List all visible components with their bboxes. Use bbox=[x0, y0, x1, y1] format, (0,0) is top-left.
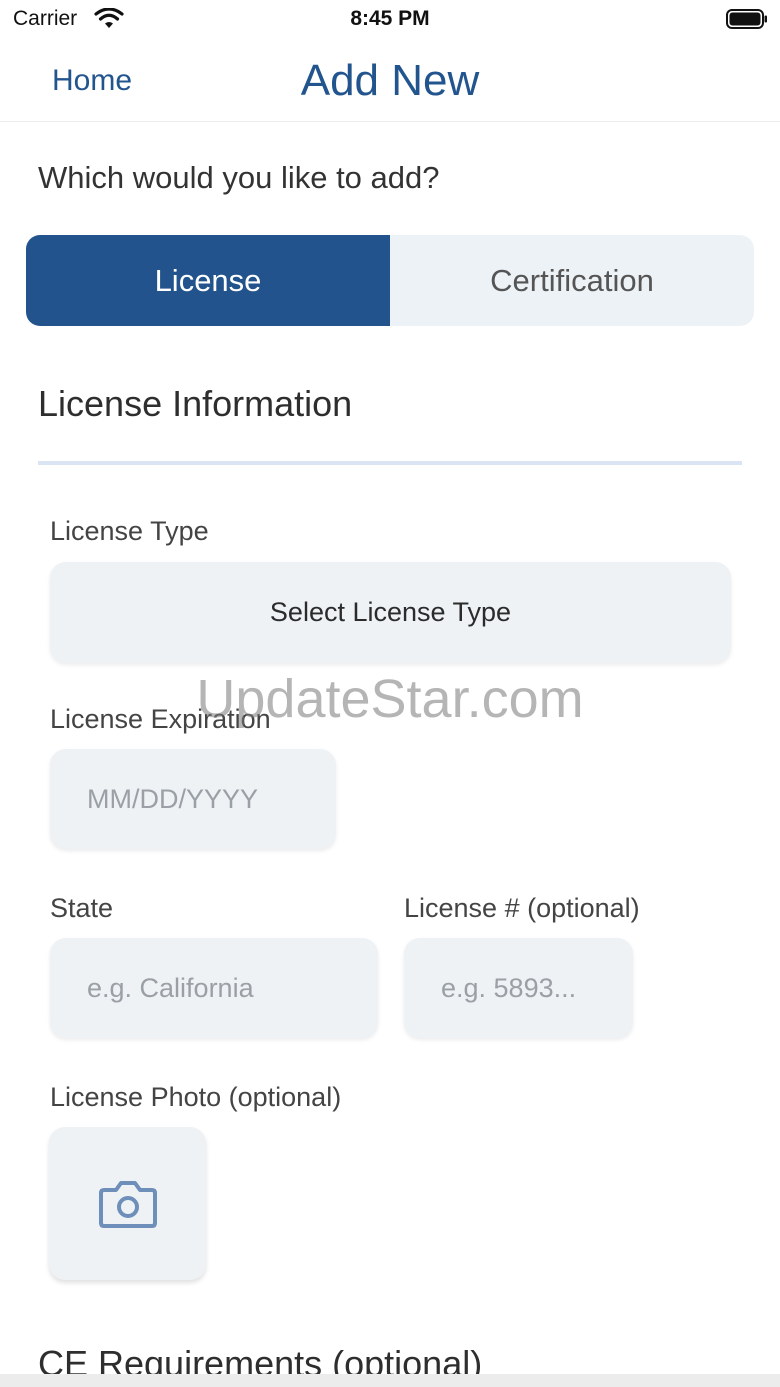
license-number-input[interactable]: e.g. 5893... bbox=[404, 938, 633, 1038]
license-number-label: License # (optional) bbox=[404, 893, 640, 923]
navigation-bar: Home Add New bbox=[0, 40, 780, 122]
license-number-placeholder: e.g. 5893... bbox=[441, 972, 577, 1003]
segment-certification[interactable]: Certification bbox=[390, 235, 754, 326]
camera-icon bbox=[98, 1180, 157, 1228]
state-label: State bbox=[50, 893, 114, 923]
license-expiration-label: License Expiration bbox=[50, 704, 271, 734]
license-type-label: License Type bbox=[50, 516, 209, 546]
add-type-prompt: Which would you like to add? bbox=[38, 160, 440, 195]
add-type-segmented-control: License Certification bbox=[26, 235, 754, 326]
state-placeholder: e.g. California bbox=[87, 972, 254, 1003]
state-input[interactable]: e.g. California bbox=[50, 938, 378, 1038]
bottom-bar bbox=[0, 1374, 780, 1387]
battery-icon bbox=[726, 9, 767, 29]
license-photo-button[interactable] bbox=[49, 1127, 206, 1280]
license-type-select[interactable]: Select License Type bbox=[50, 562, 731, 663]
clock: 8:45 PM bbox=[350, 7, 430, 30]
license-type-value: Select License Type bbox=[269, 597, 512, 627]
status-bar: Carrier 8:45 PM bbox=[0, 0, 780, 40]
section-divider bbox=[38, 461, 742, 465]
license-information-heading: License Information bbox=[38, 383, 353, 424]
page-title: Add New bbox=[300, 56, 480, 105]
license-expiration-placeholder: MM/DD/YYYY bbox=[87, 783, 259, 814]
license-photo-label: License Photo (optional) bbox=[50, 1082, 342, 1112]
segment-license[interactable]: License bbox=[26, 235, 390, 326]
add-new-screen: Carrier 8:45 PM Home Add New Which would… bbox=[0, 0, 780, 1387]
license-expiration-input[interactable]: MM/DD/YYYY bbox=[50, 749, 336, 849]
